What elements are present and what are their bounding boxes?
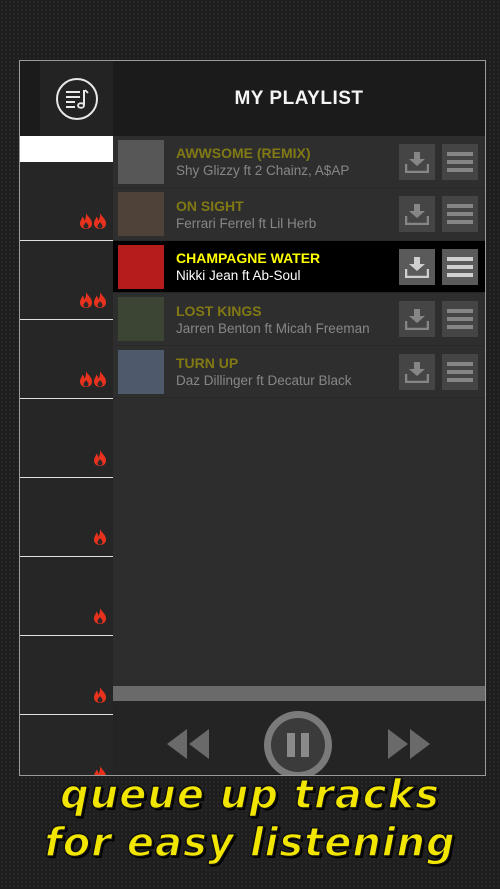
rewind-icon[interactable] [165,727,211,761]
download-button[interactable] [399,196,435,232]
drag-handle-icon [447,151,473,172]
track-artist: Nikki Jean ft Ab-Soul [176,268,301,283]
music-queue-icon [65,88,89,109]
reorder-handle[interactable] [442,248,478,285]
flame-rating [93,607,107,625]
download-button[interactable] [399,143,435,180]
track-artist: Ferrari Ferrel ft Lil Herb [176,215,317,231]
sidebar-item[interactable] [20,715,113,775]
download-icon [405,361,429,383]
header: MY PLAYLIST [20,61,485,136]
track-row[interactable]: AWWSOME (REMIX) Shy Glizzy ft 2 Chainz, … [113,136,485,188]
fast-forward-icon[interactable] [386,727,432,761]
track-row[interactable]: TURN UP Daz Dillinger ft Decatur Black [113,346,485,398]
pause-icon [271,718,325,772]
sidebar-item[interactable] [20,320,113,399]
flame-icon [94,608,106,624]
promo-line-2: for easy listening [44,819,456,867]
track-meta: TURN UP Daz Dillinger ft Decatur Black [176,355,399,388]
promo-line-1: queue up tracks [59,771,440,819]
flame-icon [94,292,106,308]
drag-handle-icon [447,361,473,382]
flame-icon [94,213,106,229]
sidebar-item[interactable] [20,241,113,320]
progress-bar[interactable] [113,686,485,701]
track-meta: AWWSOME (REMIX) Shy Glizzy ft 2 Chainz, … [176,145,399,178]
queue-button[interactable] [55,77,98,120]
flame-rating [93,528,107,546]
track-artist: Shy Glizzy ft 2 Chainz, A$AP [176,163,350,178]
playlist-panel: AWWSOME (REMIX) Shy Glizzy ft 2 Chainz, … [113,136,485,775]
sidebar-item[interactable] [20,162,113,241]
download-icon [405,204,429,225]
reorder-handle[interactable] [442,143,478,180]
page-title: MY PLAYLIST [234,87,364,109]
flame-icon [94,529,106,545]
reorder-handle[interactable] [442,353,478,390]
flame-rating [79,370,107,388]
app-window: MY PLAYLIST AWWSOME (REMIX) Shy Glizzy f… [19,60,486,776]
download-button[interactable] [399,353,435,390]
reorder-handle[interactable] [442,301,478,337]
track-row[interactable]: ON SIGHT Ferrari Ferrel ft Lil Herb [113,188,485,241]
reorder-handle[interactable] [442,196,478,232]
track-title: AWWSOME (REMIX) [176,145,311,161]
flame-icon [80,371,92,387]
flame-icon [94,450,106,466]
sidebar-item[interactable] [20,399,113,478]
album-art [118,297,164,341]
flame-rating [79,212,107,230]
player-controls [113,701,485,775]
flame-icon [94,371,106,387]
flame-rating [79,291,107,309]
download-icon [405,309,429,330]
album-art [118,349,164,394]
download-icon [405,256,429,278]
sidebar-item[interactable] [20,478,113,557]
track-row[interactable]: LOST KINGS Jarren Benton ft Micah Freema… [113,293,485,346]
track-row[interactable]: CHAMPAGNE WATER Nikki Jean ft Ab-Soul [113,241,485,293]
track-title: ON SIGHT [176,197,244,214]
flame-icon [94,687,106,703]
download-button[interactable] [399,248,435,285]
sidebar [20,136,113,775]
download-button[interactable] [399,301,435,337]
pause-button[interactable] [264,711,332,775]
drag-handle-icon [447,204,473,224]
sidebar-selected-item[interactable] [20,136,113,162]
queue-button-area[interactable] [40,61,113,136]
drag-handle-icon [447,309,473,329]
track-title: LOST KINGS [176,302,262,319]
sidebar-item[interactable] [20,557,113,636]
album-art [118,244,164,289]
drag-handle-icon [447,256,473,277]
track-title: CHAMPAGNE WATER [176,250,321,266]
track-artist: Daz Dillinger ft Decatur Black [176,373,352,388]
track-title: TURN UP [176,355,239,371]
download-icon [405,151,429,173]
track-artist: Jarren Benton ft Micah Freeman [176,320,370,336]
sidebar-item[interactable] [20,636,113,715]
flame-icon [80,292,92,308]
flame-rating [93,686,107,704]
track-meta: ON SIGHT Ferrari Ferrel ft Lil Herb [176,198,399,231]
flame-icon [80,213,92,229]
flame-rating [93,449,107,467]
track-meta: LOST KINGS Jarren Benton ft Micah Freema… [176,303,399,336]
album-art [118,192,164,236]
album-art [118,139,164,184]
track-meta: CHAMPAGNE WATER Nikki Jean ft Ab-Soul [176,250,399,283]
